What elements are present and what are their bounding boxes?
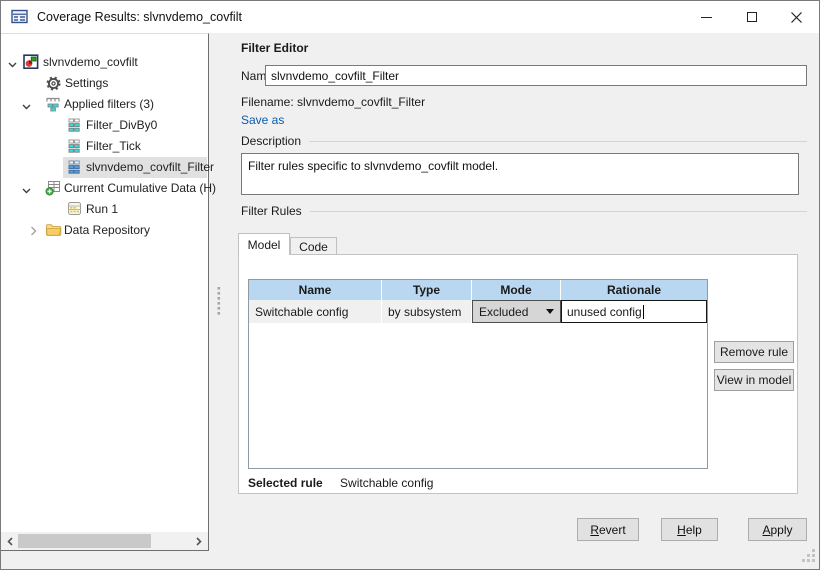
tree-item-label: Applied filters (3): [64, 94, 154, 115]
view-in-model-button[interactable]: View in model: [714, 369, 794, 391]
tree-item-label: Filter_DivBy0: [86, 115, 157, 136]
scrollbar-thumb[interactable]: [18, 534, 151, 548]
tree-item-cumulative-data[interactable]: Current Cumulative Data (H): [1, 178, 208, 199]
model-tab-panel: Name Type Mode Rationale Switchable conf…: [238, 254, 798, 494]
description-divider: [309, 141, 807, 142]
filter-editor-heading: Filter Editor: [241, 41, 308, 55]
cumulative-data-icon: [45, 180, 61, 199]
filter-rules-divider: [310, 211, 807, 212]
tree-item-label: slvnvdemo_covfilt_Filter: [86, 157, 214, 178]
tree-item-data-repository[interactable]: Data Repository: [1, 220, 208, 241]
gear-icon: [46, 76, 61, 94]
minimize-button[interactable]: [684, 1, 729, 33]
rule-mode-cell: Excluded: [472, 300, 561, 323]
rationale-value: unused config: [567, 305, 642, 319]
folder-icon: [45, 222, 62, 240]
minimize-icon: [701, 17, 712, 18]
tree-item-label: Current Cumulative Data (H): [64, 178, 216, 199]
tree-item-model-root[interactable]: slvnvdemo_covfilt: [1, 52, 208, 73]
filter-selected-icon: [67, 159, 83, 178]
tree-item-covfilt-filter-selected[interactable]: slvnvdemo_covfilt_Filter: [1, 157, 208, 178]
applied-filters-icon: [45, 96, 61, 115]
rule-rationale-cell: unused config: [561, 300, 707, 323]
window-title: Coverage Results: slvnvdemo_covfilt: [37, 1, 242, 33]
table-header-row: Name Type Mode Rationale: [249, 280, 707, 300]
model-icon: [23, 54, 39, 73]
maximize-button[interactable]: [729, 1, 774, 33]
tree-item-applied-filters[interactable]: Applied filters (3): [1, 94, 208, 115]
selected-rule-value: Switchable config: [340, 476, 433, 490]
name-input[interactable]: [265, 65, 807, 86]
tree-item-label: Run 1: [86, 199, 118, 220]
coverage-results-window: Coverage Results: slvnvdemo_covfilt: [0, 0, 820, 570]
tree-item-label: Filter_Tick: [86, 136, 141, 157]
maximize-icon: [747, 12, 757, 22]
column-header-rationale[interactable]: Rationale: [561, 280, 707, 300]
results-tree: slvnvdemo_covfilt Settings: [1, 52, 208, 241]
filter-icon: [67, 117, 83, 136]
tab-model[interactable]: Model: [238, 233, 290, 255]
rationale-input[interactable]: unused config: [561, 300, 707, 323]
help-button[interactable]: Help: [661, 518, 718, 541]
scroll-left-icon[interactable]: [3, 534, 17, 548]
panel-splitter-handle[interactable]: [216, 286, 222, 319]
mode-dropdown-value: Excluded: [479, 305, 528, 319]
close-icon: [791, 12, 802, 23]
filter-rules-label: Filter Rules: [241, 204, 302, 218]
titlebar[interactable]: Coverage Results: slvnvdemo_covfilt: [1, 1, 819, 33]
filter-rules-table: Name Type Mode Rationale Switchable conf…: [248, 279, 708, 469]
revert-button[interactable]: Revert: [577, 518, 639, 541]
apply-button[interactable]: Apply: [748, 518, 807, 541]
resize-grip[interactable]: [802, 549, 816, 566]
text-cursor: [643, 305, 644, 319]
rule-type-cell[interactable]: by subsystem: [382, 300, 472, 323]
filename-text: Filename: slvnvdemo_covfilt_Filter: [241, 95, 425, 109]
tree-item-run-1[interactable]: Run 1: [1, 199, 208, 220]
tree-sidebar: slvnvdemo_covfilt Settings: [1, 33, 209, 551]
tree-item-filter-divby0[interactable]: Filter_DivBy0: [1, 115, 208, 136]
tab-model-label: Model: [248, 238, 281, 252]
rule-name-cell[interactable]: Switchable config: [249, 300, 382, 323]
tree-item-label: Data Repository: [64, 220, 150, 241]
chevron-right-icon[interactable]: [30, 225, 37, 239]
chevron-down-icon[interactable]: [8, 58, 17, 72]
column-header-name[interactable]: Name: [249, 280, 382, 300]
tree-item-label: Settings: [65, 73, 108, 94]
tree-item-filter-tick[interactable]: Filter_Tick: [1, 136, 208, 157]
tree-item-label: slvnvdemo_covfilt: [43, 52, 138, 73]
tab-code[interactable]: Code: [290, 237, 337, 255]
column-header-mode[interactable]: Mode: [472, 280, 561, 300]
remove-rule-button[interactable]: Remove rule: [714, 341, 794, 363]
tab-code-label: Code: [299, 240, 328, 254]
chevron-down-icon[interactable]: [22, 100, 31, 114]
mode-dropdown[interactable]: Excluded: [472, 300, 561, 323]
sidebar-horizontal-scrollbar[interactable]: [1, 532, 208, 550]
description-label: Description: [241, 134, 301, 148]
description-textarea[interactable]: Filter rules specific to slvnvdemo_covfi…: [241, 153, 799, 195]
save-as-link[interactable]: Save as: [241, 113, 284, 127]
chevron-down-icon[interactable]: [22, 184, 31, 198]
run-icon: [67, 201, 82, 219]
close-button[interactable]: [774, 1, 819, 33]
column-header-type[interactable]: Type: [382, 280, 472, 300]
tree-item-settings[interactable]: Settings: [1, 73, 208, 94]
coverage-table-icon: [11, 9, 28, 27]
table-row[interactable]: Switchable config by subsystem Excluded …: [249, 300, 707, 323]
selected-rule-label: Selected rule: [248, 476, 323, 490]
filter-icon: [67, 138, 83, 157]
scroll-right-icon[interactable]: [191, 534, 205, 548]
dropdown-arrow-icon: [546, 309, 554, 314]
